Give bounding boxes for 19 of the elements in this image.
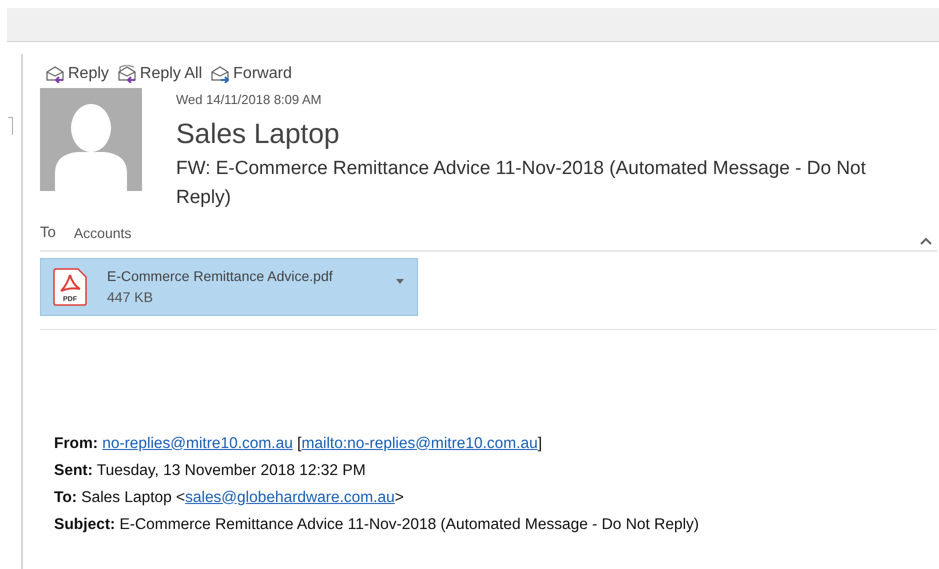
recipient: Accounts: [74, 224, 132, 243]
email-link[interactable]: sales@globehardware.com.au: [185, 488, 395, 506]
header-line: Subject: E-Commerce Remittance Advice 11-Nov-2018 (Automated Message - Do Not Reply): [54, 514, 700, 534]
chevron-up-icon[interactable]: [919, 236, 933, 246]
header-line: Sent: Tuesday, 13 November 2018 12:32 PM: [54, 460, 367, 480]
toolbar-button[interactable]: Reply: [45, 62, 109, 86]
dropdown-icon[interactable]: [396, 279, 404, 284]
email-link[interactable]: no-replies@mitre10.com.au: [102, 434, 293, 452]
header-line: From: no-replies@mitre10.com.au [mailto:no-replies@mitre10.com.au]: [54, 434, 544, 454]
toolbar-button[interactable]: Reply All: [116, 62, 202, 86]
message-date: Wed 14/11/2018 8:09 AM: [176, 91, 323, 109]
toolbar-button[interactable]: Forward: [210, 62, 292, 86]
attachment-name: E-Commerce Remittance Advice.pdf: [107, 266, 334, 286]
to-label: To: [40, 223, 56, 244]
email-link[interactable]: mailto:no-replies@mitre10.com.au: [301, 434, 538, 452]
sender-name: Sales Laptop: [176, 116, 340, 151]
header-line: To: Sales Laptop <sales@globehardware.com.au>: [54, 488, 405, 508]
attachment-size: 447 KB: [107, 288, 154, 306]
message-subject: FW: E-Commerce Remittance Advice 11-Nov-2018 (Automated Message - Do Not Reply): [176, 156, 867, 210]
